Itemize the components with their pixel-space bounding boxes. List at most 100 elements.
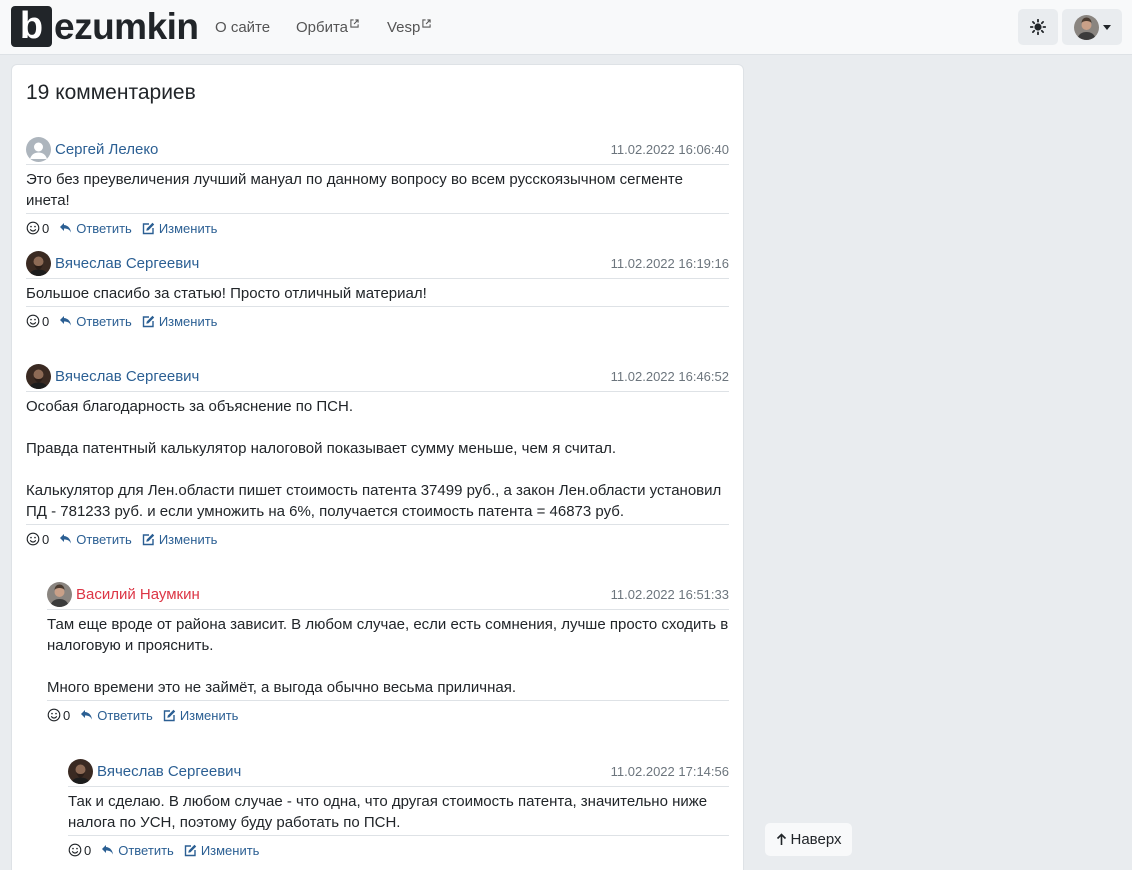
comment-body: Там еще вроде от района зависит. В любом… <box>47 610 729 701</box>
like-button[interactable]: 0 <box>26 221 49 236</box>
reply-icon <box>81 710 93 720</box>
comment-body: Так и сделаю. В любом случае - что одна,… <box>68 787 729 836</box>
comment-author-link[interactable]: Вячеслав Сергеевич <box>55 255 199 272</box>
avatar <box>47 582 72 607</box>
edit-label: Изменить <box>158 220 218 236</box>
nav-link-about-label: О сайте <box>215 19 271 36</box>
reply-icon <box>60 534 72 544</box>
like-count: 0 <box>84 842 92 858</box>
edit-icon <box>163 709 176 721</box>
smile-icon <box>26 314 40 328</box>
avatar <box>26 137 51 162</box>
comment: Вячеслав Сергеевич 11.02.2022 16:19:16 Б… <box>26 249 729 335</box>
nav-link-orbita[interactable]: Орбита <box>296 19 359 36</box>
comment-paragraph: Это без преувеличения лучший мануал по д… <box>26 171 683 209</box>
reply-button[interactable]: Ответить <box>80 708 153 723</box>
comment-header: Вячеслав Сергеевич 11.02.2022 16:19:16 <box>26 249 729 279</box>
comment: Вячеслав Сергеевич 11.02.2022 16:46:52 О… <box>26 362 729 553</box>
like-count: 0 <box>42 313 50 329</box>
arrow-up-icon <box>776 833 786 845</box>
comment-actions: 0 Ответить Изменить <box>26 214 729 242</box>
edit-label: Изменить <box>158 531 218 547</box>
comments-card: 19 комментариев Сергей Лелеко 11.02.2022… <box>11 64 744 870</box>
reply-button[interactable]: Ответить <box>59 221 132 236</box>
comment: Василий Наумкин 11.02.2022 16:51:33 Там … <box>47 580 729 729</box>
comment-author-link[interactable]: Вячеслав Сергеевич <box>97 763 241 780</box>
like-count: 0 <box>42 531 50 547</box>
reply-label: Ответить <box>76 313 132 329</box>
nav-link-vesp[interactable]: Vesp <box>387 19 432 36</box>
comment-paragraph: Много времени это не займёт, а выгода об… <box>47 679 517 696</box>
edit-label: Изменить <box>158 313 218 329</box>
comment-actions: 0 Ответить Изменить <box>47 701 729 729</box>
comment-body: Особая благодарность за объяснение по ПС… <box>26 392 729 525</box>
edit-icon <box>142 315 155 327</box>
like-button[interactable]: 0 <box>47 708 70 723</box>
back-to-top-button[interactable]: Наверх <box>765 823 852 856</box>
comment-date[interactable]: 11.02.2022 16:06:40 <box>611 142 729 157</box>
like-button[interactable]: 0 <box>26 532 49 547</box>
chevron-down-icon <box>1102 24 1111 30</box>
reply-label: Ответить <box>118 842 174 858</box>
comment-date[interactable]: 11.02.2022 17:14:56 <box>611 764 729 779</box>
avatar <box>68 759 93 784</box>
reply-button[interactable]: Ответить <box>59 314 132 329</box>
comment-actions: 0 Ответить Изменить <box>68 836 729 864</box>
edit-button[interactable]: Изменить <box>163 707 239 723</box>
site-logo[interactable]: b ezumkin <box>11 6 199 47</box>
comment: Сергей Лелеко 11.02.2022 16:06:40 Это бе… <box>26 135 729 242</box>
avatar <box>26 364 51 389</box>
comments-title: 19 комментариев <box>26 81 196 104</box>
avatar <box>1073 14 1099 40</box>
edit-button[interactable]: Изменить <box>142 220 218 236</box>
external-link-icon <box>422 19 432 28</box>
comment-date[interactable]: 11.02.2022 16:51:33 <box>611 587 729 602</box>
nav-link-about[interactable]: О сайте <box>215 19 270 36</box>
like-count: 0 <box>63 707 71 723</box>
edit-icon <box>184 844 197 856</box>
comment-body: Большое спасибо за статью! Просто отличн… <box>26 279 729 307</box>
comment-paragraph: Большое спасибо за статью! Просто отличн… <box>26 285 427 302</box>
reply-icon <box>60 316 72 326</box>
theme-toggle-button[interactable] <box>1018 9 1058 45</box>
reply-icon <box>60 223 72 233</box>
reply-icon <box>102 845 114 855</box>
smile-icon <box>26 532 40 546</box>
back-to-top-label: Наверх <box>790 831 842 848</box>
comment: Вячеслав Сергеевич 11.02.2022 17:14:56 Т… <box>68 757 729 864</box>
comment-author-link[interactable]: Вячеслав Сергеевич <box>55 368 199 385</box>
comment-date[interactable]: 11.02.2022 16:46:52 <box>611 369 729 384</box>
reply-button[interactable]: Ответить <box>101 843 174 858</box>
smile-icon <box>47 708 61 722</box>
comment-body: Это без преувеличения лучший мануал по д… <box>26 165 729 214</box>
top-navbar: b ezumkin О сайте Орбита Vesp <box>0 0 1132 55</box>
edit-button[interactable]: Изменить <box>142 313 218 329</box>
comment-header: Вячеслав Сергеевич 11.02.2022 16:46:52 <box>26 362 729 392</box>
reply-button[interactable]: Ответить <box>59 532 132 547</box>
comment-author-link[interactable]: Сергей Лелеко <box>55 141 158 158</box>
reply-label: Ответить <box>76 531 132 547</box>
external-link-icon <box>350 19 359 28</box>
smile-icon <box>68 843 82 857</box>
comment-author-link[interactable]: Василий Наумкин <box>76 586 200 603</box>
comment-paragraph: Там еще вроде от района зависит. В любом… <box>47 616 729 654</box>
comment-header: Василий Наумкин 11.02.2022 16:51:33 <box>47 580 729 610</box>
edit-label: Изменить <box>179 707 239 723</box>
edit-label: Изменить <box>200 842 260 858</box>
comment-header: Сергей Лелеко 11.02.2022 16:06:40 <box>26 135 729 165</box>
edit-button[interactable]: Изменить <box>184 842 260 858</box>
like-button[interactable]: 0 <box>68 843 91 858</box>
like-count: 0 <box>42 220 50 236</box>
comment-paragraph: Так и сделаю. В любом случае - что одна,… <box>68 793 708 831</box>
comment-paragraph: Правда патентный калькулятор налоговой п… <box>26 440 617 457</box>
edit-icon <box>142 222 155 234</box>
comment-header: Вячеслав Сергеевич 11.02.2022 17:14:56 <box>68 757 729 787</box>
comment-date[interactable]: 11.02.2022 16:19:16 <box>611 256 729 271</box>
like-button[interactable]: 0 <box>26 314 49 329</box>
edit-button[interactable]: Изменить <box>142 531 218 547</box>
logo-text: ezumkin <box>54 6 199 47</box>
nav-link-orbita-label: Орбита <box>296 19 349 36</box>
comment-actions: 0 Ответить Изменить <box>26 307 729 335</box>
user-menu-button[interactable] <box>1062 9 1122 45</box>
smile-icon <box>26 221 40 235</box>
